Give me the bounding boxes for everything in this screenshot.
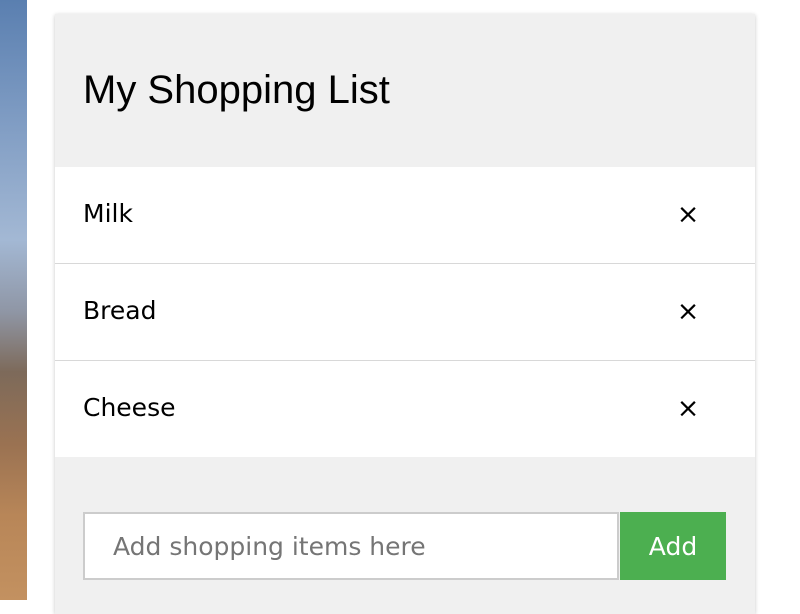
add-item-input[interactable] [83, 512, 619, 580]
list-item: Milk × [55, 167, 755, 264]
close-icon[interactable]: × [673, 391, 703, 427]
shopping-list: Milk × Bread × Cheese × [55, 167, 755, 457]
item-label: Milk [83, 199, 133, 228]
list-item: Cheese × [55, 361, 755, 457]
close-icon[interactable]: × [673, 294, 703, 330]
add-button[interactable]: Add [620, 512, 726, 580]
desktop-wallpaper [0, 0, 27, 600]
item-label: Cheese [83, 393, 176, 422]
page-title: My Shopping List [83, 68, 390, 112]
close-icon[interactable]: × [673, 197, 703, 233]
shopping-list-panel: My Shopping List Milk × Bread × Cheese ×… [55, 14, 755, 614]
item-label: Bread [83, 296, 157, 325]
list-item: Bread × [55, 264, 755, 361]
add-item-form: Add [83, 512, 726, 582]
